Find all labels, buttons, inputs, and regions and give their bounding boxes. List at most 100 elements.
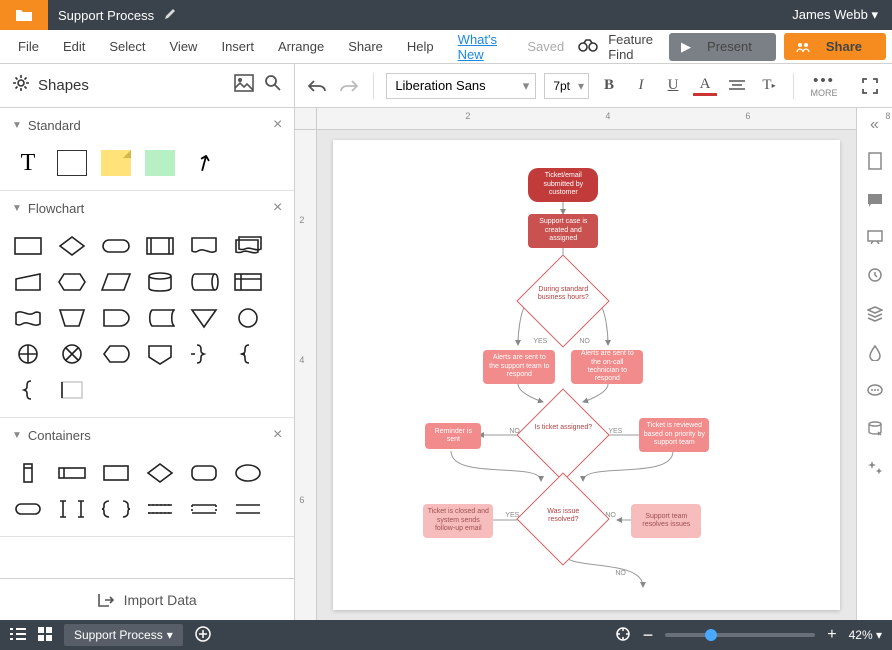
shape-process[interactable] bbox=[10, 231, 46, 261]
section-containers[interactable]: ▼Containers × bbox=[0, 418, 294, 452]
shape-brace-l[interactable] bbox=[10, 375, 46, 405]
shape-brace-r[interactable] bbox=[186, 339, 222, 369]
comment-icon[interactable] bbox=[867, 193, 883, 212]
search-icon[interactable] bbox=[264, 74, 282, 97]
menu-edit[interactable]: Edit bbox=[51, 39, 97, 54]
shape-stored-data[interactable] bbox=[142, 303, 178, 333]
container-10[interactable] bbox=[142, 494, 178, 524]
container-11[interactable] bbox=[186, 494, 222, 524]
shape-multidoc[interactable] bbox=[230, 231, 266, 261]
shape-delay[interactable] bbox=[98, 303, 134, 333]
menu-file[interactable]: File bbox=[6, 39, 51, 54]
container-4[interactable] bbox=[142, 458, 178, 488]
redo-button[interactable] bbox=[337, 74, 361, 98]
feature-find[interactable]: Feature Find bbox=[608, 32, 661, 62]
history-icon[interactable] bbox=[867, 267, 883, 288]
text-style-button[interactable]: T▸ bbox=[757, 74, 781, 98]
font-select[interactable]: Liberation Sans bbox=[386, 73, 536, 99]
underline-button[interactable]: U bbox=[661, 74, 685, 98]
rect-shape[interactable] bbox=[54, 148, 90, 178]
shape-note[interactable] bbox=[54, 375, 90, 405]
user-menu[interactable]: James Webb ▾ bbox=[778, 7, 892, 23]
node-start[interactable]: Ticket/email submitted by customer bbox=[528, 168, 598, 202]
container-6[interactable] bbox=[230, 458, 266, 488]
shape-manual-op[interactable] bbox=[54, 303, 90, 333]
section-flowchart[interactable]: ▼Flowchart × bbox=[0, 191, 294, 225]
chat-icon[interactable] bbox=[867, 384, 883, 403]
container-1[interactable] bbox=[10, 458, 46, 488]
container-5[interactable] bbox=[186, 458, 222, 488]
menu-view[interactable]: View bbox=[158, 39, 210, 54]
shape-manual-input[interactable] bbox=[10, 267, 46, 297]
node-alerts-team[interactable]: Alerts are sent to the support team to r… bbox=[483, 350, 555, 384]
gear-icon[interactable] bbox=[12, 74, 30, 97]
close-icon[interactable]: × bbox=[273, 426, 282, 444]
text-shape[interactable]: T bbox=[10, 148, 46, 178]
shape-predefined[interactable] bbox=[142, 231, 178, 261]
text-color-button[interactable]: A bbox=[693, 76, 717, 96]
shape-directdata[interactable] bbox=[186, 267, 222, 297]
menu-help[interactable]: Help bbox=[395, 39, 446, 54]
shape-terminator[interactable] bbox=[98, 231, 134, 261]
zoom-out-button[interactable]: − bbox=[643, 625, 654, 646]
node-reviewed[interactable]: Ticket is reviewed based on priority by … bbox=[639, 418, 709, 452]
align-button[interactable] bbox=[725, 74, 749, 98]
shape-sum[interactable] bbox=[54, 339, 90, 369]
close-icon[interactable]: × bbox=[273, 116, 282, 134]
menu-arrange[interactable]: Arrange bbox=[266, 39, 336, 54]
container-7[interactable] bbox=[10, 494, 46, 524]
menu-select[interactable]: Select bbox=[97, 39, 157, 54]
import-data-button[interactable]: Import Data bbox=[0, 578, 294, 620]
page-tab[interactable]: Support Process ▾ bbox=[64, 624, 183, 646]
green-shape[interactable] bbox=[142, 148, 178, 178]
size-select[interactable]: 7pt bbox=[544, 73, 589, 99]
image-icon[interactable] bbox=[234, 74, 254, 97]
menu-insert[interactable]: Insert bbox=[209, 39, 266, 54]
add-page-button[interactable] bbox=[195, 626, 211, 645]
shape-connector[interactable] bbox=[230, 303, 266, 333]
fullscreen-button[interactable] bbox=[858, 74, 882, 98]
menu-share[interactable]: Share bbox=[336, 39, 395, 54]
shape-decision[interactable] bbox=[54, 231, 90, 261]
container-9[interactable] bbox=[98, 494, 134, 524]
page-icon[interactable] bbox=[867, 152, 883, 175]
shape-internal[interactable] bbox=[230, 267, 266, 297]
zoom-slider[interactable] bbox=[665, 633, 815, 637]
shape-data[interactable] bbox=[98, 267, 134, 297]
container-12[interactable] bbox=[230, 494, 266, 524]
zoom-in-button[interactable]: + bbox=[827, 626, 836, 644]
container-2[interactable] bbox=[54, 458, 90, 488]
container-3[interactable] bbox=[98, 458, 134, 488]
shape-display[interactable] bbox=[98, 339, 134, 369]
note-shape[interactable] bbox=[98, 148, 134, 178]
node-decision-assigned[interactable] bbox=[517, 388, 610, 481]
list-view-icon[interactable] bbox=[10, 628, 26, 643]
more-button[interactable]: •••MORE bbox=[806, 74, 842, 98]
present-button[interactable]: ▶ Present bbox=[669, 33, 776, 61]
node-case[interactable]: Support case is created and assigned bbox=[528, 214, 598, 248]
folder-icon[interactable] bbox=[0, 0, 48, 30]
shape-offpage[interactable] bbox=[142, 339, 178, 369]
shape-document[interactable] bbox=[186, 231, 222, 261]
shape-or[interactable] bbox=[10, 339, 46, 369]
node-alerts-oncall[interactable]: Alerts are sent to the on-call technicia… bbox=[571, 350, 643, 384]
undo-button[interactable] bbox=[305, 74, 329, 98]
share-button[interactable]: Share bbox=[784, 33, 886, 60]
menu-whatsnew[interactable]: What's New bbox=[446, 32, 516, 62]
node-closed[interactable]: Ticket is closed and system sends follow… bbox=[423, 504, 493, 538]
shape-database[interactable] bbox=[142, 267, 178, 297]
container-8[interactable] bbox=[54, 494, 90, 524]
doc-title[interactable]: Support Process bbox=[48, 8, 164, 23]
close-icon[interactable]: × bbox=[273, 199, 282, 217]
pencil-icon[interactable] bbox=[164, 8, 176, 23]
shape-brace-l2[interactable] bbox=[230, 339, 266, 369]
drop-icon[interactable] bbox=[868, 345, 882, 366]
collapse-icon[interactable]: « bbox=[870, 116, 879, 134]
target-icon[interactable] bbox=[615, 626, 631, 645]
node-reminder[interactable]: Reminder is sent bbox=[425, 423, 481, 449]
bold-button[interactable]: B bbox=[597, 74, 621, 98]
section-standard[interactable]: ▼Standard × bbox=[0, 108, 294, 142]
layers-icon[interactable] bbox=[867, 306, 883, 327]
canvas-page[interactable]: Ticket/email submitted by customer Suppo… bbox=[333, 140, 840, 610]
present-icon[interactable] bbox=[867, 230, 883, 249]
